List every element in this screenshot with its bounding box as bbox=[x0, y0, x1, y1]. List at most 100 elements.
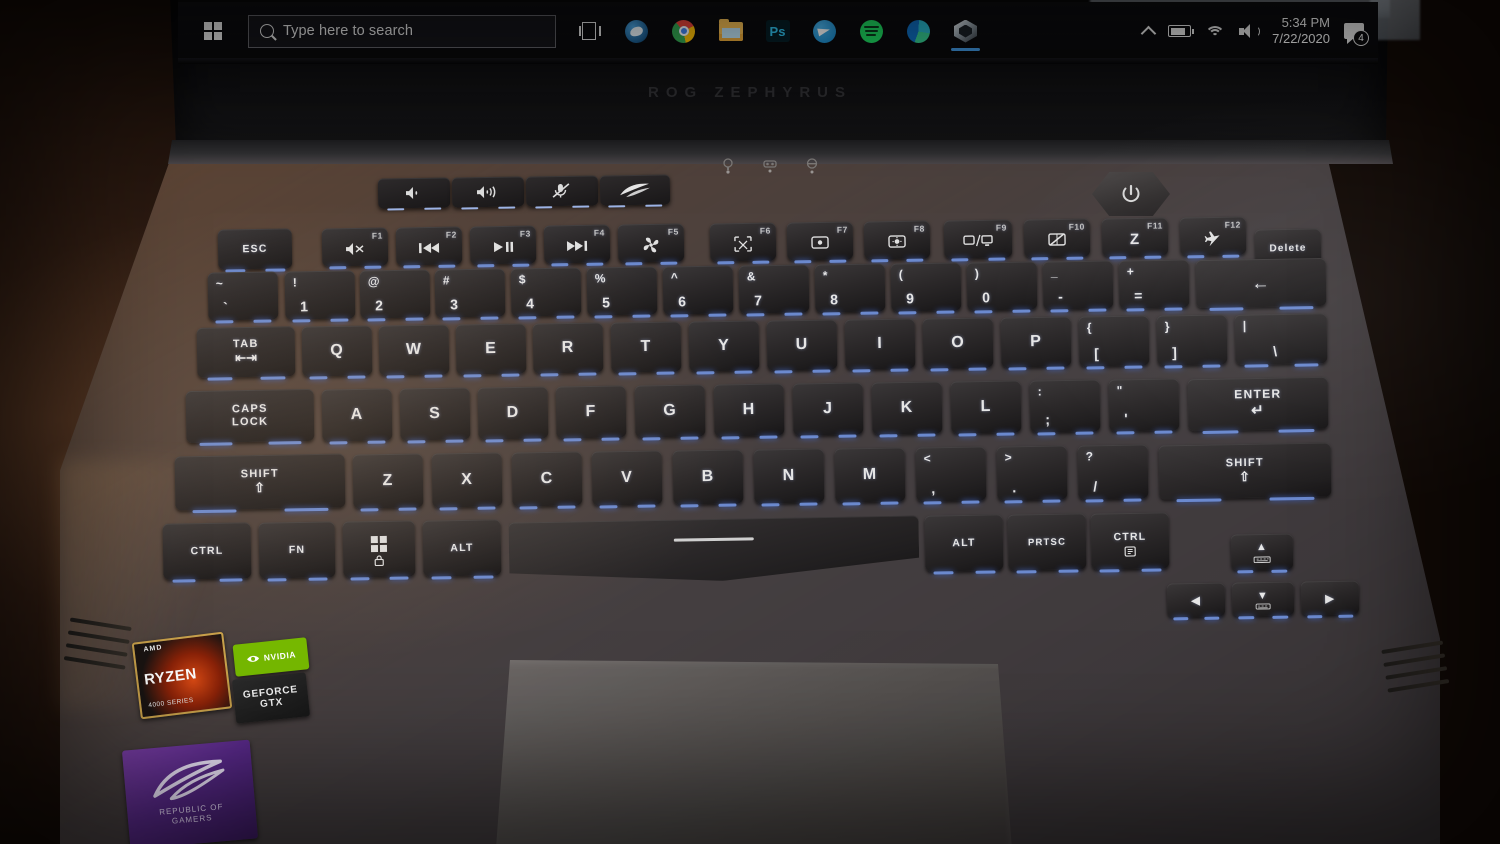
arrow-up-icon: ▲ bbox=[1255, 540, 1268, 554]
key-s[interactable]: S bbox=[399, 387, 471, 444]
key-m[interactable]: M bbox=[834, 447, 906, 506]
key-o[interactable]: O bbox=[922, 317, 994, 372]
key-quote[interactable]: " ' bbox=[1108, 378, 1180, 435]
previous-track-icon bbox=[418, 242, 440, 254]
key-u[interactable]: U bbox=[766, 319, 838, 374]
shift-arrow-right-icon: ⇧ bbox=[1238, 468, 1252, 484]
key-v[interactable]: V bbox=[591, 450, 663, 509]
key-f11[interactable]: F11 Z bbox=[1101, 217, 1169, 260]
key-0[interactable]: ) 0 bbox=[966, 261, 1038, 314]
key-f1[interactable]: F1 bbox=[321, 227, 389, 270]
key-caps-lock[interactable]: CAPS LOCK bbox=[185, 388, 315, 446]
key-f2[interactable]: F2 bbox=[395, 226, 463, 269]
key-arrow-up[interactable]: ▲ bbox=[1230, 533, 1294, 574]
snip-icon bbox=[734, 235, 752, 252]
key-x[interactable]: X bbox=[431, 452, 503, 511]
key-2[interactable]: @2 bbox=[359, 269, 431, 322]
key-f10[interactable]: F10 bbox=[1023, 218, 1091, 261]
key-minus[interactable]: _ - bbox=[1042, 260, 1114, 313]
key-prtsc[interactable]: PRTSC bbox=[1007, 513, 1087, 574]
key-d[interactable]: D bbox=[477, 386, 549, 443]
keyboard-backlight-icon bbox=[1253, 556, 1271, 564]
key-backslash[interactable]: | \ bbox=[1234, 313, 1328, 368]
key-e[interactable]: E bbox=[455, 323, 527, 378]
key-4[interactable]: $4 bbox=[510, 267, 582, 320]
key-equals[interactable]: + = bbox=[1118, 259, 1190, 312]
arrow-right-icon: ▶ bbox=[1325, 592, 1335, 605]
key-7[interactable]: & 7 bbox=[738, 264, 810, 317]
key-l[interactable]: L bbox=[950, 380, 1022, 437]
key-5[interactable]: % 5 bbox=[586, 266, 658, 319]
sticker-republic-of-gamers: REPUBLIC OF GAMERS bbox=[121, 739, 259, 844]
key-6[interactable]: ^ 6 bbox=[662, 265, 734, 318]
key-f6[interactable]: F6 bbox=[709, 222, 777, 265]
sleep-icon: Z bbox=[1129, 230, 1141, 248]
spacebar-mark bbox=[674, 537, 754, 541]
brightness-down-icon bbox=[811, 236, 829, 249]
key-t[interactable]: T bbox=[610, 321, 682, 376]
key-n[interactable]: N bbox=[753, 448, 825, 507]
key-windows[interactable] bbox=[342, 520, 416, 581]
key-r[interactable]: R bbox=[532, 322, 604, 377]
key-shift-left[interactable]: SHIFT ⇧ bbox=[174, 453, 346, 514]
key-w[interactable]: W bbox=[378, 324, 450, 379]
keyboard-backlight-down-icon bbox=[1255, 603, 1271, 610]
lock-icon bbox=[374, 555, 384, 567]
next-track-icon bbox=[566, 240, 588, 252]
key-f[interactable]: F bbox=[555, 385, 627, 442]
key-p[interactable]: P bbox=[1000, 316, 1072, 371]
key-alt-right[interactable]: ALT bbox=[924, 514, 1004, 575]
touchpad[interactable] bbox=[496, 660, 1012, 844]
tab-arrows-icon: ⇤⇥ bbox=[235, 349, 258, 366]
key-q[interactable]: Q bbox=[301, 325, 373, 380]
key-z[interactable]: Z bbox=[352, 453, 424, 512]
key-arrow-down[interactable]: ▼ bbox=[1231, 581, 1295, 620]
key-alt-left[interactable]: ALT bbox=[422, 519, 502, 580]
key-backtick[interactable]: ~ ` bbox=[207, 271, 279, 324]
key-g[interactable]: G bbox=[634, 384, 706, 441]
key-slash[interactable]: ? / bbox=[1077, 444, 1149, 503]
key-f9[interactable]: F9 bbox=[943, 219, 1013, 262]
key-fn[interactable]: FN bbox=[258, 521, 336, 582]
sticker-geforce-gtx: GEFORCE GTX bbox=[231, 672, 311, 724]
key-period[interactable]: >. bbox=[996, 445, 1068, 504]
key-j[interactable]: J bbox=[792, 382, 864, 439]
key-tab[interactable]: TAB ⇤⇥ bbox=[196, 326, 296, 381]
key-f7[interactable]: F7 bbox=[786, 221, 854, 264]
key-i[interactable]: I bbox=[844, 318, 916, 373]
key-c[interactable]: C bbox=[511, 451, 583, 510]
key-f12[interactable]: F12 bbox=[1179, 216, 1247, 259]
key-arrow-right[interactable]: ▶ bbox=[1300, 580, 1360, 619]
enter-arrow-icon: ↵ bbox=[1251, 402, 1266, 420]
key-y[interactable]: Y bbox=[688, 320, 760, 375]
key-esc[interactable]: ESC bbox=[217, 228, 293, 273]
key-ctrl-right[interactable]: CTRL bbox=[1090, 512, 1170, 573]
arrow-down-icon: ▼ bbox=[1256, 589, 1269, 603]
key-shift-right[interactable]: SHIFT ⇧ bbox=[1158, 442, 1332, 503]
key-1[interactable]: ! 1 bbox=[284, 270, 356, 323]
key-f5[interactable]: F5 bbox=[617, 223, 685, 266]
key-a[interactable]: A bbox=[321, 388, 393, 445]
key-8[interactable]: * 8 bbox=[814, 263, 886, 316]
display-switch-icon bbox=[963, 234, 993, 246]
key-backspace[interactable]: ← bbox=[1195, 257, 1327, 311]
key-comma[interactable]: <, bbox=[915, 446, 987, 505]
key-f8[interactable]: F8 bbox=[863, 220, 931, 263]
arrow-left-icon: ◀ bbox=[1191, 594, 1201, 607]
key-f3[interactable]: F3 bbox=[469, 225, 537, 268]
key-k[interactable]: K bbox=[871, 381, 943, 438]
key-3[interactable]: #3 bbox=[434, 268, 506, 321]
mute-icon bbox=[346, 243, 364, 256]
key-b[interactable]: B bbox=[672, 449, 744, 508]
key-f4[interactable]: F4 bbox=[543, 224, 611, 267]
key-ctrl-left[interactable]: CTRL bbox=[162, 522, 252, 583]
key-enter[interactable]: ENTER ↵ bbox=[1187, 376, 1329, 434]
key-semicolon[interactable]: :; bbox=[1029, 379, 1101, 436]
key-h[interactable]: H bbox=[713, 383, 785, 440]
key-bracket-left[interactable]: {[ bbox=[1078, 315, 1150, 370]
key-arrow-left[interactable]: ◀ bbox=[1166, 582, 1226, 621]
key-bracket-right[interactable]: }] bbox=[1156, 314, 1228, 369]
key-9[interactable]: (9 bbox=[890, 262, 962, 315]
fan-icon bbox=[643, 237, 659, 252]
key-space[interactable] bbox=[508, 515, 919, 584]
